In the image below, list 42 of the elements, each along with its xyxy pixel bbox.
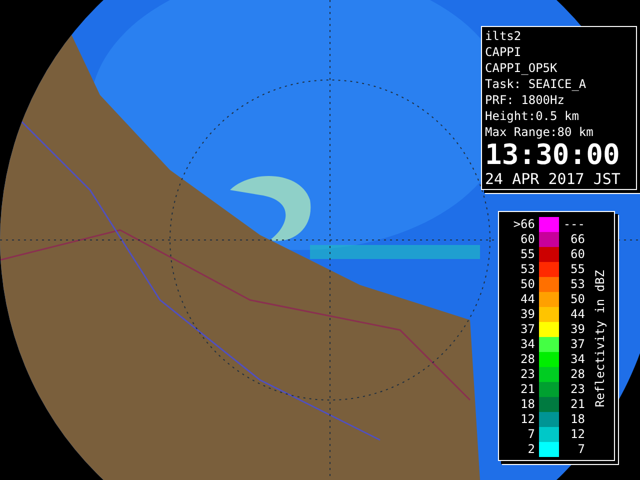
legend-low-value: 28 bbox=[520, 352, 536, 367]
legend-low-value: 55 bbox=[520, 247, 536, 262]
legend-high-value: 39 bbox=[570, 322, 585, 337]
legend-high-value: 53 bbox=[570, 277, 585, 292]
legend-high-value: 21 bbox=[570, 397, 585, 412]
legend-high-value: 34 bbox=[570, 352, 585, 367]
legend-high-value: 66 bbox=[570, 232, 585, 247]
legend-title: Reflectivity in dBZ bbox=[592, 270, 608, 408]
legend-high-value: 44 bbox=[570, 307, 585, 322]
legend-high-value: 28 bbox=[570, 367, 585, 382]
info-line: CAPPI bbox=[485, 44, 522, 60]
legend-low-value: 21 bbox=[520, 382, 536, 397]
legend-high-value: 23 bbox=[570, 382, 585, 397]
time-label: 13:30:00 bbox=[485, 140, 621, 170]
legend-high-value: 7 bbox=[576, 442, 585, 457]
legend-low-value: 39 bbox=[520, 307, 536, 322]
info-line: Height:0.5 km bbox=[485, 108, 580, 124]
legend-high-value: 50 bbox=[570, 292, 585, 307]
legend-low-value: 23 bbox=[520, 367, 536, 382]
legend-high-value: 12 bbox=[570, 427, 585, 442]
legend-low-value: 37 bbox=[520, 322, 536, 337]
info-line: CAPPI_OP5K bbox=[485, 60, 558, 76]
legend-high-value: 37 bbox=[570, 337, 585, 352]
legend-low-value: 34 bbox=[520, 337, 536, 352]
info-line: Task: SEAICE_A bbox=[485, 76, 588, 92]
legend-low-value: 53 bbox=[520, 262, 536, 277]
legend-low-value: 12 bbox=[520, 412, 536, 427]
legend-low-value: 2 bbox=[526, 442, 536, 457]
legend-high-value: 55 bbox=[570, 262, 585, 277]
legend-low-value: 7 bbox=[526, 427, 536, 442]
info-line: Max Range:80 km bbox=[485, 124, 594, 140]
legend-high-value: --- bbox=[562, 217, 585, 232]
legend-low-value: >66 bbox=[512, 217, 536, 232]
legend-low-value: 50 bbox=[520, 277, 536, 292]
legend-low-value: 18 bbox=[520, 397, 536, 412]
info-line: PRF: 1800Hz bbox=[485, 92, 566, 108]
legend-low-value: 44 bbox=[520, 292, 536, 307]
legend-low-value: 60 bbox=[520, 232, 536, 247]
date-label: 24 APR 2017 JST bbox=[485, 170, 622, 188]
legend-high-value: 60 bbox=[570, 247, 585, 262]
legend-high-value: 18 bbox=[570, 412, 585, 427]
info-line: ilts2 bbox=[485, 28, 522, 44]
